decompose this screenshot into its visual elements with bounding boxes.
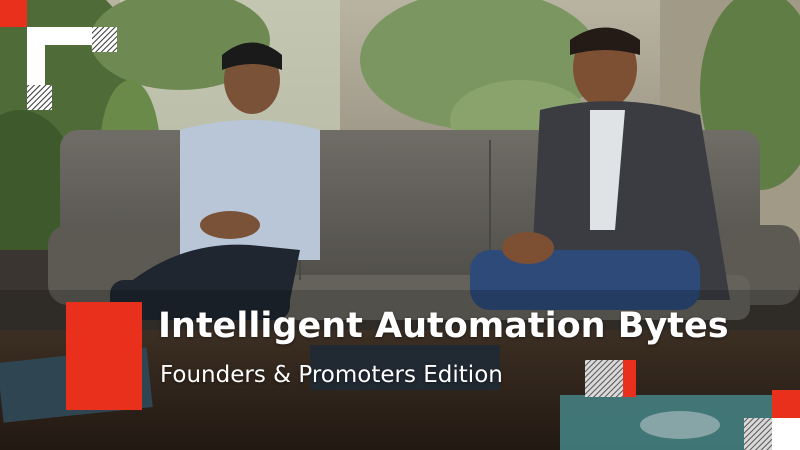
subtitle-accent xyxy=(585,360,636,397)
video-title: Intelligent Automation Bytes xyxy=(158,306,729,346)
video-subtitle: Founders & Promoters Edition xyxy=(160,362,503,388)
video-frame: Intelligent Automation Bytes Founders & … xyxy=(0,0,800,450)
accent-block-left xyxy=(66,302,142,410)
